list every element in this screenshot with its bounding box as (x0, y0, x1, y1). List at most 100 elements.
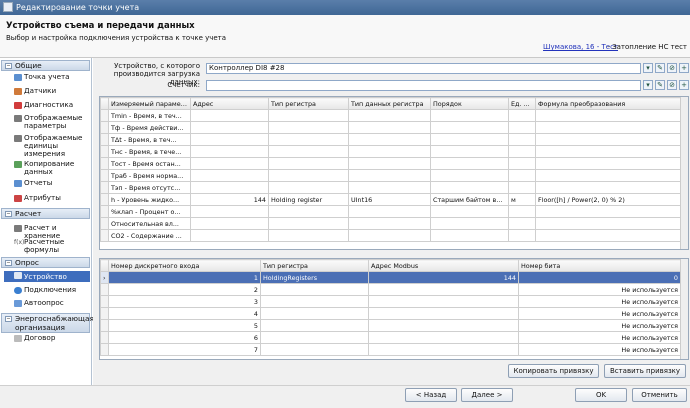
table-cell[interactable]: Tраб - Время норма... (108, 169, 191, 182)
table-cell[interactable] (268, 133, 349, 146)
add-icon[interactable]: + (679, 80, 689, 90)
table-cell[interactable]: 3 (108, 295, 261, 308)
table-cell[interactable] (535, 169, 681, 182)
paste-binding-button[interactable]: Вставить привязку (604, 364, 686, 378)
table-cell[interactable] (430, 181, 509, 194)
table-cell[interactable]: Tэп - Время отсутс... (108, 181, 191, 194)
table-cell[interactable] (348, 229, 431, 242)
table-row[interactable]: CO2 - Содержание ... (100, 229, 681, 242)
clear-icon[interactable]: ⊘ (667, 80, 677, 90)
table-cell[interactable] (268, 205, 349, 218)
row-indicator[interactable] (100, 133, 109, 146)
dropdown-icon[interactable]: ▾ (643, 80, 653, 90)
table-cell[interactable] (190, 181, 269, 194)
table-row[interactable]: Tmin - Время, в теч... (100, 109, 681, 122)
column-header[interactable]: Измеряемый параметр (108, 97, 191, 110)
column-header[interactable]: Тип регистра (260, 259, 369, 272)
table-cell[interactable]: 1 (108, 271, 261, 284)
table-cell[interactable] (368, 307, 519, 320)
table-cell[interactable] (268, 229, 349, 242)
sidebar-item-copy-data[interactable]: Копирование данных (4, 160, 90, 176)
sidebar-item-displayed-units[interactable]: Отображаемые единицы измерения (4, 134, 90, 158)
table-row[interactable]: h - Уровень жидко... 144 Holding register U… (100, 193, 681, 206)
table-cell[interactable] (535, 109, 681, 122)
table-cell[interactable]: 6 (108, 331, 261, 344)
column-header[interactable]: Ед. ... (508, 97, 536, 110)
table-cell[interactable] (430, 121, 509, 134)
table-cell[interactable]: HoldingRegisters (260, 271, 369, 284)
table-row[interactable]: 6 Не используется (100, 331, 681, 344)
edit-icon[interactable]: ✎ (655, 63, 665, 73)
table-row[interactable]: Tост - Время остан... (100, 157, 681, 170)
table-cell[interactable] (190, 157, 269, 170)
cancel-button[interactable]: Отменить (632, 388, 687, 402)
column-header[interactable]: Номер бита (518, 259, 681, 272)
table-cell[interactable] (430, 217, 509, 230)
table-row[interactable]: 5 Не используется (100, 319, 681, 332)
table-cell[interactable] (508, 169, 536, 182)
table-cell[interactable]: Старшим байтом вперед (430, 193, 509, 206)
row-indicator[interactable] (100, 229, 109, 242)
row-indicator[interactable] (100, 169, 109, 182)
table-cell[interactable] (508, 145, 536, 158)
sidebar-item-reports[interactable]: Отчеты (4, 179, 90, 187)
sidebar-item-device[interactable]: Устройство (4, 271, 90, 282)
column-header[interactable]: Формула преобразования (535, 97, 681, 110)
table-cell[interactable]: Tmin - Время, в теч... (108, 109, 191, 122)
table-cell[interactable]: 5 (108, 319, 261, 332)
sidebar-item-calc-formulas[interactable]: f(x) Расчетные формулы (4, 238, 90, 254)
ok-button[interactable]: OK (575, 388, 627, 402)
table-cell[interactable]: 4 (108, 307, 261, 320)
row-indicator[interactable] (100, 193, 109, 206)
column-header[interactable]: Адрес (190, 97, 269, 110)
clear-icon[interactable]: ⊘ (667, 63, 677, 73)
table-cell[interactable] (348, 145, 431, 158)
table-cell[interactable] (260, 331, 369, 344)
table-cell[interactable]: Не используется (518, 331, 681, 344)
sidebar-item-displayed-params[interactable]: Отображаемые параметры (4, 114, 90, 130)
table-row[interactable]: 4 Не используется (100, 307, 681, 320)
table-cell[interactable] (348, 181, 431, 194)
table-row[interactable]: Tэп - Время отсутс... (100, 181, 681, 194)
table-row[interactable]: Tф - Время действи... (100, 121, 681, 134)
table-row[interactable]: 3 Не используется (100, 295, 681, 308)
row-indicator[interactable]: › (100, 271, 109, 284)
table-cell[interactable] (430, 109, 509, 122)
table-cell[interactable] (190, 133, 269, 146)
copy-binding-button[interactable]: Копировать привязку (508, 364, 599, 378)
column-header[interactable]: Номер дискретного входа (108, 259, 261, 272)
table-cell[interactable]: TΔt - Время, в теч... (108, 133, 191, 146)
table-cell[interactable] (430, 133, 509, 146)
table-cell[interactable]: Floor([h] / Power(2, 0) % 2) (535, 193, 681, 206)
table-cell[interactable] (268, 181, 349, 194)
sidebar-item-connections[interactable]: Подключения (4, 286, 90, 294)
sidebar-item-autopoll[interactable]: Автоопрос (4, 299, 90, 307)
table-row[interactable]: TΔt - Время, в теч... (100, 133, 681, 146)
table-cell[interactable] (190, 121, 269, 134)
sidebar-item-contract[interactable]: Договор (4, 334, 90, 342)
edit-icon[interactable]: ✎ (655, 80, 665, 90)
sidebar-section-supplier[interactable]: − Энергоснабжающая организация (1, 313, 94, 333)
table-cell[interactable]: Holding register (268, 193, 349, 206)
table-cell[interactable]: Tост - Время остан... (108, 157, 191, 170)
table-cell[interactable] (430, 169, 509, 182)
table-row[interactable]: 2 Не используется (100, 283, 681, 296)
sidebar-section-general[interactable]: − Общие (1, 60, 90, 71)
table-cell[interactable] (430, 157, 509, 170)
table-cell[interactable]: Tнс - Время, в тече... (108, 145, 191, 158)
table-row[interactable]: › 1 HoldingRegisters 144 0 (100, 271, 681, 284)
table-cell[interactable] (268, 121, 349, 134)
table-cell[interactable] (268, 217, 349, 230)
table-cell[interactable] (508, 205, 536, 218)
table-cell[interactable] (348, 133, 431, 146)
table-cell[interactable] (348, 157, 431, 170)
column-header[interactable]: Адрес Modbus (368, 259, 519, 272)
table-cell[interactable] (368, 331, 519, 344)
table-cell[interactable]: UInt16 (348, 193, 431, 206)
table-cell[interactable]: Относительная вл... (108, 217, 191, 230)
sidebar-item-sensors[interactable]: Датчики (4, 87, 90, 95)
row-indicator[interactable] (100, 145, 109, 158)
table-cell[interactable] (348, 169, 431, 182)
table-cell[interactable] (348, 109, 431, 122)
table-cell[interactable] (268, 145, 349, 158)
